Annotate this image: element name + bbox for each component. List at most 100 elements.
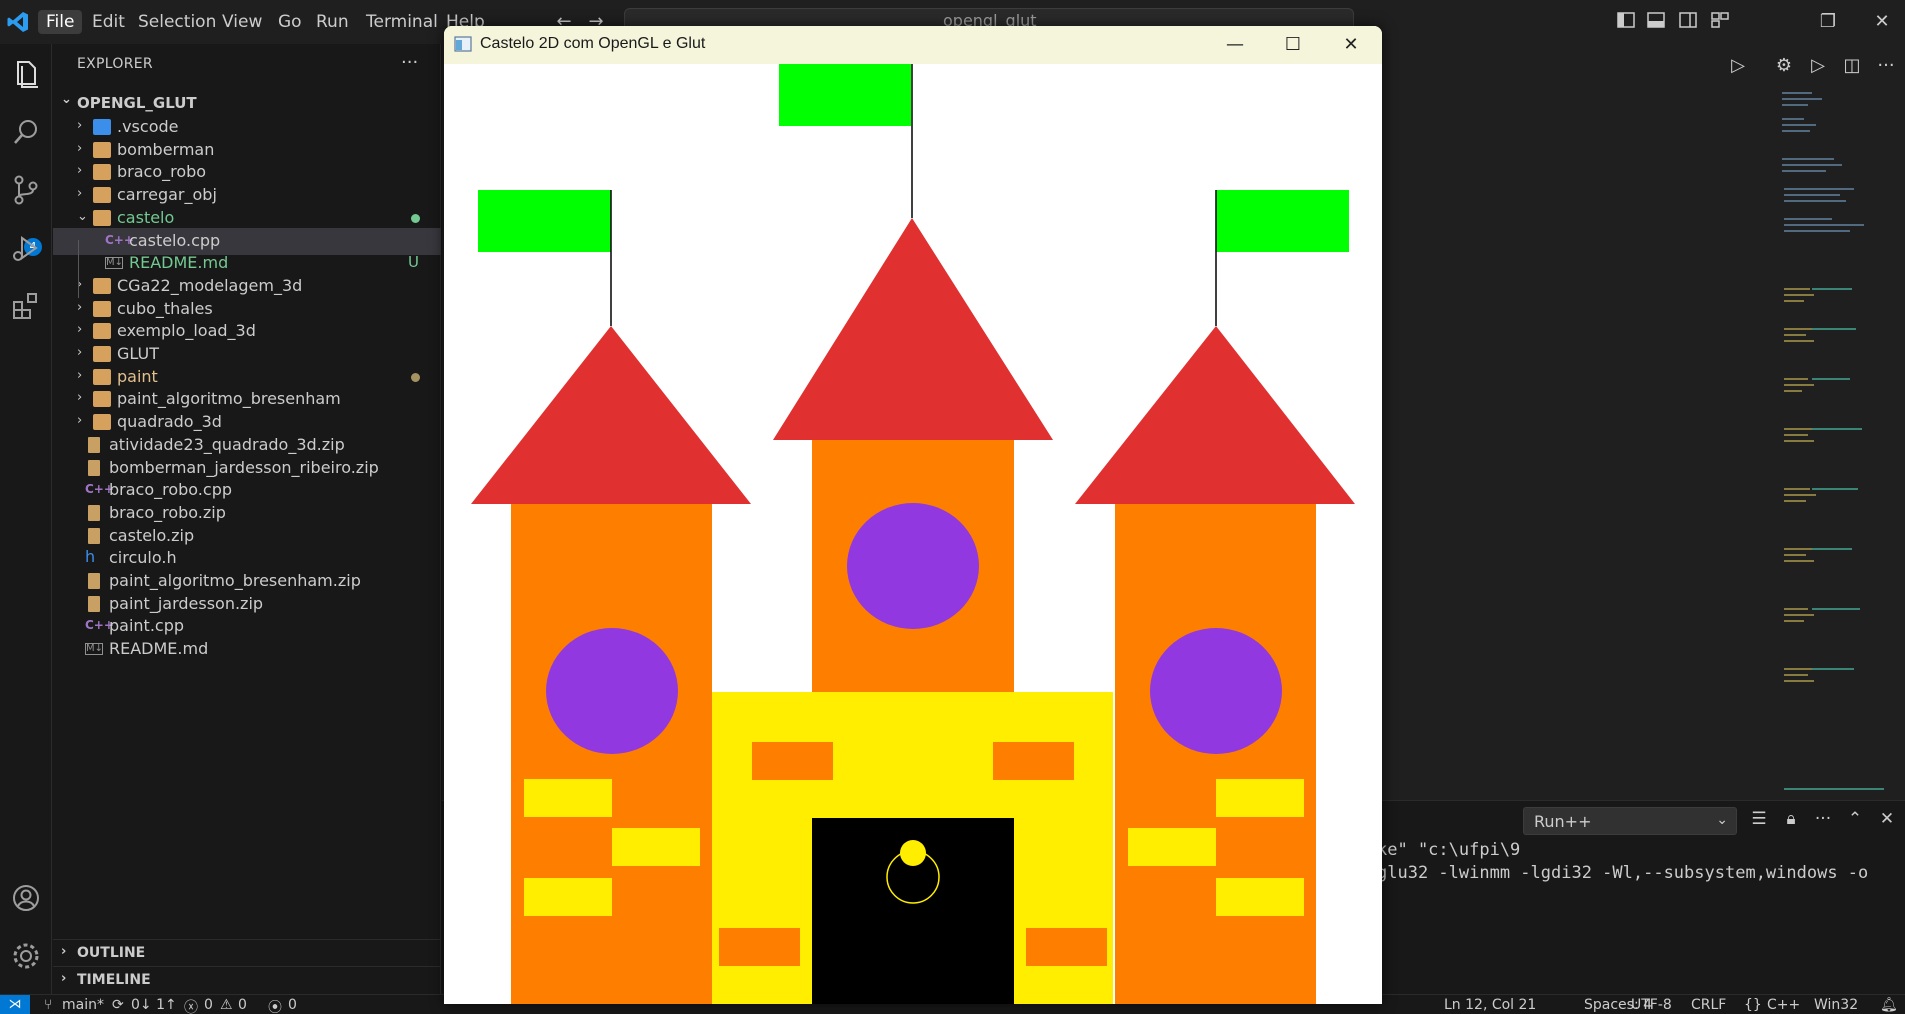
vscode-logo-icon <box>6 10 30 34</box>
menu-view[interactable]: View <box>214 10 270 34</box>
flag-right <box>1216 190 1349 252</box>
tree-item-label: paint <box>117 366 158 386</box>
git-status-dot <box>411 372 420 382</box>
cpp-file-icon: C++ <box>105 232 134 247</box>
markdown-file-icon: M↓ <box>85 643 104 656</box>
customize-layout-icon[interactable] <box>1708 10 1732 34</box>
chevron-right-icon: › <box>77 163 83 179</box>
run-debug-icon[interactable] <box>8 230 44 266</box>
sync-status[interactable]: 0↓ 1↑ <box>131 997 177 1013</box>
split-editor-icon[interactable]: ◫ <box>1840 54 1864 78</box>
remote-indicator-icon[interactable]: ⋊ <box>0 995 30 1014</box>
keep-brick <box>752 742 833 780</box>
maximize-panel-icon[interactable]: ⌃ <box>1843 809 1867 833</box>
restore-window-icon[interactable]: ❐ <box>1816 10 1840 34</box>
menu-run[interactable]: Run <box>308 10 357 34</box>
markdown-file-icon: M↓ <box>105 257 124 270</box>
minimize-icon[interactable]: — <box>1206 26 1264 64</box>
menu-terminal[interactable]: Terminal <box>358 10 446 34</box>
toggle-panel-icon[interactable] <box>1644 10 1668 34</box>
outline-section-header[interactable]: › OUTLINE <box>53 939 441 965</box>
extensions-icon[interactable] <box>8 288 44 324</box>
chevron-right-icon: › <box>77 413 83 429</box>
braces-icon: {} <box>1744 997 1762 1013</box>
timeline-section-header[interactable]: › TIMELINE <box>53 966 441 992</box>
chevron-right-icon: › <box>77 186 83 202</box>
chevron-down-icon: ⌄ <box>77 208 88 224</box>
tree-item-label: paint_algoritmo_bresenham.zip <box>109 571 361 590</box>
tree-file-item[interactable]: M↓ README.md <box>53 636 441 663</box>
more-actions-icon[interactable]: ··· <box>1811 809 1835 833</box>
folder-icon <box>93 119 111 135</box>
zip-file-icon <box>88 573 100 589</box>
explorer-sidebar: EXPLORER ··· ⌄ OPENGL_GLUT › .vscode › bomb… <box>53 44 441 994</box>
close-panel-icon[interactable]: ✕ <box>1875 809 1899 833</box>
tree-item-label: braco_robo.cpp <box>109 480 232 500</box>
source-control-icon[interactable] <box>8 172 44 208</box>
menu-edit[interactable]: Edit <box>84 10 133 34</box>
center-round-window <box>847 503 979 629</box>
run-file-icon[interactable]: ▷ <box>1806 54 1830 78</box>
keep-brick <box>1026 928 1107 966</box>
ports-icon: ⦿ <box>268 1000 282 1014</box>
ports-count[interactable]: 0 <box>288 997 297 1013</box>
toggle-sidebar-icon[interactable] <box>1614 10 1638 34</box>
settings-gear-icon[interactable] <box>8 938 44 974</box>
run-task-select[interactable]: Run++ ⌄ <box>1523 807 1737 835</box>
cursor-position[interactable]: Ln 12, Col 21 <box>1444 997 1536 1013</box>
explorer-title: EXPLORER <box>77 56 153 72</box>
opengl-window-title-bar[interactable]: Castelo 2D com OpenGL e Glut — ☐ ✕ <box>444 26 1382 64</box>
zip-file-icon <box>88 459 100 476</box>
explorer-icon[interactable] <box>8 56 44 92</box>
minimap[interactable] <box>1780 88 1890 828</box>
folder-icon <box>93 368 111 385</box>
right-brick <box>1128 828 1216 866</box>
git-branch[interactable]: main* <box>62 997 104 1013</box>
error-count[interactable]: 0 <box>204 997 213 1013</box>
chevron-right-icon: › <box>77 299 83 315</box>
close-window-icon[interactable]: ✕ <box>1870 10 1894 34</box>
folder-icon <box>93 209 111 226</box>
timeline-label: TIMELINE <box>77 972 151 988</box>
line-ending[interactable]: CRLF <box>1691 997 1726 1013</box>
tree-item-label: braco_robo.zip <box>109 502 226 522</box>
right-round-window <box>1150 628 1282 754</box>
right-brick <box>1216 779 1304 817</box>
tree-item-label: atividade23_quadrado_3d.zip <box>109 434 345 454</box>
more-actions-icon[interactable]: ··· <box>401 52 418 73</box>
menu-file[interactable]: File <box>38 10 83 34</box>
maximize-icon[interactable]: ☐ <box>1264 26 1322 64</box>
notifications-bell-icon[interactable]: 🔔︎ <box>1880 997 1898 1013</box>
tree-item-label: CGa22_modelagem_3d <box>117 275 303 295</box>
toggle-secondary-sidebar-icon[interactable] <box>1676 10 1700 34</box>
flag-left <box>478 190 611 252</box>
tree-item-label: bomberman_jardesson_ribeiro.zip <box>109 457 379 477</box>
search-icon[interactable] <box>8 114 44 150</box>
account-icon[interactable] <box>8 880 44 916</box>
lock-scroll-icon[interactable]: 🔒︎ <box>1779 809 1803 833</box>
castle-canvas[interactable] <box>444 64 1382 1004</box>
language-mode[interactable]: C++ <box>1767 997 1800 1013</box>
menu-go[interactable]: Go <box>270 10 310 34</box>
warning-count[interactable]: 0 <box>238 997 247 1013</box>
tree-item-label: castelo <box>117 207 175 227</box>
tree-item-label: paint_algoritmo_bresenham <box>117 389 341 409</box>
more-actions-icon[interactable]: ··· <box>1874 54 1898 78</box>
left-brick <box>524 779 612 817</box>
close-icon[interactable]: ✕ <box>1322 26 1380 64</box>
app-window-icon <box>454 36 472 52</box>
vscode-window: File Edit Selection View Go Run Terminal… <box>0 0 1905 1014</box>
gear-icon[interactable]: ⚙ <box>1772 54 1796 78</box>
menu-selection[interactable]: Selection <box>130 10 224 34</box>
editor-toolbar: ▷ ⚙ ▷ ◫ ··· <box>1442 44 1905 88</box>
run-debug-dropdown-icon[interactable]: ▷ <box>1726 54 1750 78</box>
encoding[interactable]: UTF-8 <box>1631 997 1672 1013</box>
chevron-right-icon: › <box>77 322 83 338</box>
run-task-label: Run++ <box>1534 812 1592 831</box>
clear-output-icon[interactable]: ☰ <box>1747 809 1771 833</box>
tree-item-label: circulo.h <box>109 548 177 568</box>
sync-icon[interactable]: ⟳ <box>112 997 124 1013</box>
workspace-root-folder[interactable]: ⌄ OPENGL_GLUT <box>53 90 441 116</box>
opengl-window[interactable]: Castelo 2D com OpenGL e Glut — ☐ ✕ <box>444 26 1382 1004</box>
platform[interactable]: Win32 <box>1814 997 1858 1013</box>
